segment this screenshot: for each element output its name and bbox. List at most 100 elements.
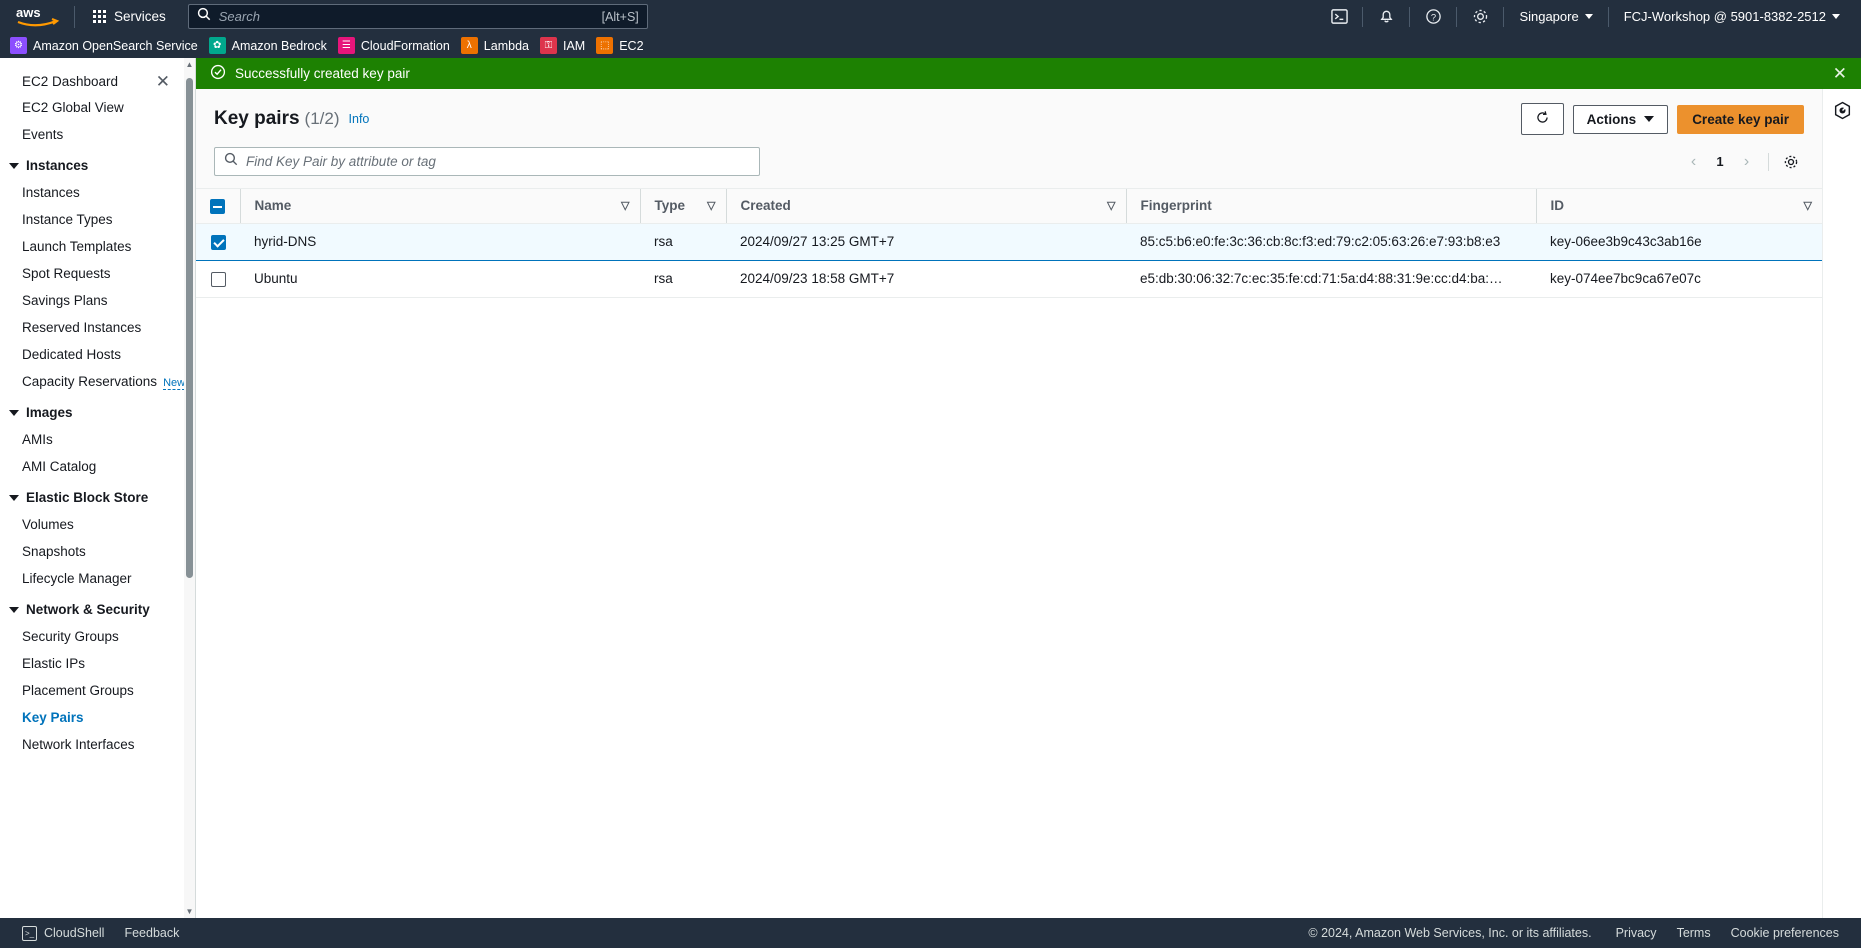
footer-link-terms[interactable]: Terms — [1667, 921, 1721, 945]
table-preferences-gear-icon[interactable] — [1778, 149, 1804, 175]
sort-icon[interactable]: ▽ — [621, 199, 629, 212]
region-selector[interactable]: Singapore — [1510, 3, 1601, 30]
sidebar-item-dedicated-hosts[interactable]: Dedicated Hosts — [0, 341, 184, 368]
sidebar-item-reserved-instances[interactable]: Reserved Instances — [0, 314, 184, 341]
sidebar-item-amis[interactable]: AMIs — [0, 426, 184, 453]
row-checkbox[interactable] — [211, 235, 226, 250]
actions-button[interactable]: Actions — [1573, 105, 1669, 134]
gear-icon[interactable] — [1463, 0, 1497, 33]
account-selector[interactable]: FCJ-Workshop @ 5901-8382-2512 — [1615, 3, 1849, 30]
sidebar-group-network-security[interactable]: Network & Security — [0, 592, 184, 623]
column-header-type[interactable]: Type ▽ — [640, 189, 726, 224]
find-key-pair-input[interactable] — [246, 154, 750, 169]
sidebar-item-network-interfaces[interactable]: Network Interfaces — [0, 731, 184, 758]
bell-icon[interactable] — [1369, 0, 1403, 33]
service-icon: ⚙ — [10, 37, 27, 54]
app-shell: EC2 Dashboard✕EC2 Global ViewEventsInsta… — [0, 58, 1861, 918]
sidebar-group-elastic-block-store[interactable]: Elastic Block Store — [0, 480, 184, 511]
column-header-id[interactable]: ID ▽ — [1536, 189, 1822, 224]
footer-feedback-button[interactable]: Feedback — [114, 921, 189, 945]
sidebar-item-label: Spot Requests — [22, 266, 111, 281]
sidebar-item-security-groups[interactable]: Security Groups — [0, 623, 184, 650]
chevron-down-icon — [9, 607, 19, 613]
sort-icon[interactable]: ▽ — [707, 199, 715, 212]
row-select-cell — [196, 260, 240, 297]
cell-type: rsa — [640, 223, 726, 260]
sidebar-scrollbar[interactable]: ▲ ▼ — [184, 58, 195, 918]
service-shortcut-3[interactable]: λLambda — [459, 33, 538, 58]
ec2-sidebar: EC2 Dashboard✕EC2 Global ViewEventsInsta… — [0, 58, 196, 918]
cell-id: key-074ee7bc9ca67e07c — [1536, 260, 1822, 297]
sidebar-item-label: Capacity Reservations — [22, 374, 157, 389]
sidebar-item-snapshots[interactable]: Snapshots — [0, 538, 184, 565]
sidebar-item-volumes[interactable]: Volumes — [0, 511, 184, 538]
refresh-button[interactable] — [1521, 103, 1564, 135]
services-menu-button[interactable]: Services — [85, 5, 174, 28]
sidebar-item-label: Network Interfaces — [22, 737, 135, 752]
column-header-fingerprint[interactable]: Fingerprint — [1126, 189, 1536, 224]
sidebar-item-savings-plans[interactable]: Savings Plans — [0, 287, 184, 314]
sidebar-item-instances[interactable]: Instances — [0, 179, 184, 206]
sidebar-item-ec2-global-view[interactable]: EC2 Global View — [0, 94, 184, 121]
sidebar-item-spot-requests[interactable]: Spot Requests — [0, 260, 184, 287]
cloudshell-icon: >_ — [22, 926, 37, 941]
footer-cloudshell-button[interactable]: >_ CloudShell — [12, 921, 114, 946]
column-label: Type — [655, 198, 686, 213]
scroll-down-arrow-icon[interactable]: ▼ — [185, 907, 194, 916]
sidebar-item-elastic-ips[interactable]: Elastic IPs — [0, 650, 184, 677]
sidebar-item-key-pairs[interactable]: Key Pairs — [0, 704, 184, 731]
aws-logo[interactable]: aws — [12, 6, 64, 28]
table-row[interactable]: hyrid-DNSrsa2024/09/27 13:25 GMT+785:c5:… — [196, 223, 1822, 260]
column-header-created[interactable]: Created ▽ — [726, 189, 1126, 224]
footer-link-cookie-preferences[interactable]: Cookie preferences — [1721, 921, 1849, 945]
table-row[interactable]: Ubuntursa2024/09/23 18:58 GMT+7e5:db:30:… — [196, 260, 1822, 297]
footer-link-label: Cookie preferences — [1731, 926, 1839, 940]
close-icon[interactable]: ✕ — [156, 73, 170, 90]
select-all-checkbox[interactable] — [210, 199, 225, 214]
sidebar-group-images[interactable]: Images — [0, 395, 184, 426]
find-key-pair-box[interactable] — [214, 147, 760, 176]
global-search-input[interactable] — [219, 9, 594, 24]
sidebar-item-launch-templates[interactable]: Launch Templates — [0, 233, 184, 260]
chevron-right-icon[interactable]: › — [1734, 149, 1759, 174]
sidebar-item-ec2-dashboard[interactable]: EC2 Dashboard — [22, 74, 118, 89]
sort-icon[interactable]: ▽ — [1804, 199, 1812, 212]
svg-text:?: ? — [1431, 12, 1436, 23]
service-shortcut-1[interactable]: ✿Amazon Bedrock — [207, 33, 336, 58]
info-link[interactable]: Info — [349, 112, 370, 126]
column-label: Created — [741, 198, 791, 213]
content-area: Key pairs (1/2) Info Actions — [196, 89, 1861, 918]
sidebar-item-events[interactable]: Events — [0, 121, 184, 148]
column-header-name[interactable]: Name ▽ — [240, 189, 640, 224]
sidebar-item-placement-groups[interactable]: Placement Groups — [0, 677, 184, 704]
service-shortcut-2[interactable]: ☰CloudFormation — [336, 33, 459, 58]
service-shortcut-4[interactable]: ⚿IAM — [538, 33, 594, 58]
global-search-box[interactable]: [Alt+S] — [188, 4, 648, 29]
sidebar-group-instances[interactable]: Instances — [0, 148, 184, 179]
service-shortcut-5[interactable]: ⬚EC2 — [594, 33, 652, 58]
service-icon: ⬚ — [596, 37, 613, 54]
create-key-pair-button[interactable]: Create key pair — [1677, 105, 1804, 134]
banner-message: Successfully created key pair — [235, 66, 410, 81]
sidebar-scrollbar-thumb[interactable] — [186, 78, 193, 578]
banner-close-icon[interactable]: ✕ — [1833, 64, 1847, 84]
chevron-left-icon[interactable]: ‹ — [1681, 149, 1706, 174]
sidebar-item-instance-types[interactable]: Instance Types — [0, 206, 184, 233]
help-panel-icon[interactable] — [1829, 97, 1855, 123]
sidebar-item-capacity-reservations[interactable]: Capacity ReservationsNew — [0, 368, 184, 395]
sort-icon[interactable]: ▽ — [1107, 199, 1115, 212]
scroll-up-arrow-icon[interactable]: ▲ — [185, 60, 194, 69]
service-shortcut-label: Amazon OpenSearch Service — [33, 39, 198, 53]
column-label: Fingerprint — [1141, 198, 1212, 213]
page-number[interactable]: 1 — [1710, 154, 1730, 169]
service-shortcut-0[interactable]: ⚙ Amazon OpenSearch Service — [8, 33, 207, 58]
footer-link-privacy[interactable]: Privacy — [1606, 921, 1667, 945]
question-circle-icon[interactable]: ? — [1416, 0, 1450, 33]
sidebar-item-lifecycle-manager[interactable]: Lifecycle Manager — [0, 565, 184, 592]
sidebar-item-ami-catalog[interactable]: AMI Catalog — [0, 453, 184, 480]
page-footer: >_ CloudShell Feedback © 2024, Amazon We… — [0, 918, 1861, 948]
footer-link-label: Privacy — [1616, 926, 1657, 940]
cloudshell-icon[interactable] — [1322, 0, 1356, 33]
row-checkbox[interactable] — [211, 272, 226, 287]
sidebar-item-label: Savings Plans — [22, 293, 108, 308]
